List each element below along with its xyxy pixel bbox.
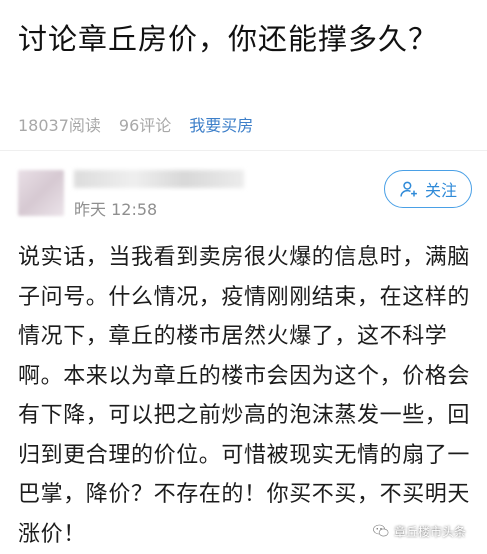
avatar[interactable]: [18, 170, 64, 216]
follow-label: 关注: [424, 181, 457, 200]
question-title: 讨论章丘房价，你还能撑多久？: [18, 22, 439, 56]
post-time: 昨天 12:58: [74, 200, 158, 219]
read-count: 18037阅读: [18, 116, 101, 135]
question-meta: 18037阅读 96评论 我要买房: [18, 112, 253, 136]
follow-button[interactable]: 关注: [384, 170, 472, 208]
add-person-icon: [400, 181, 417, 197]
username-blurred[interactable]: [74, 170, 244, 188]
watermark: 章丘楼市头条: [372, 522, 466, 540]
divider: [0, 150, 487, 151]
comment-count[interactable]: 96评论: [119, 112, 171, 136]
answer-content: 说实话，当我看到卖房很火爆的信息时，满脑子问号。什么情况，疫情刚刚结束，在这样的…: [18, 245, 471, 547]
wechat-logo-icon: [373, 524, 389, 537]
topic-link[interactable]: 我要买房: [189, 112, 253, 136]
watermark-label: 章丘楼市头条: [394, 524, 467, 539]
